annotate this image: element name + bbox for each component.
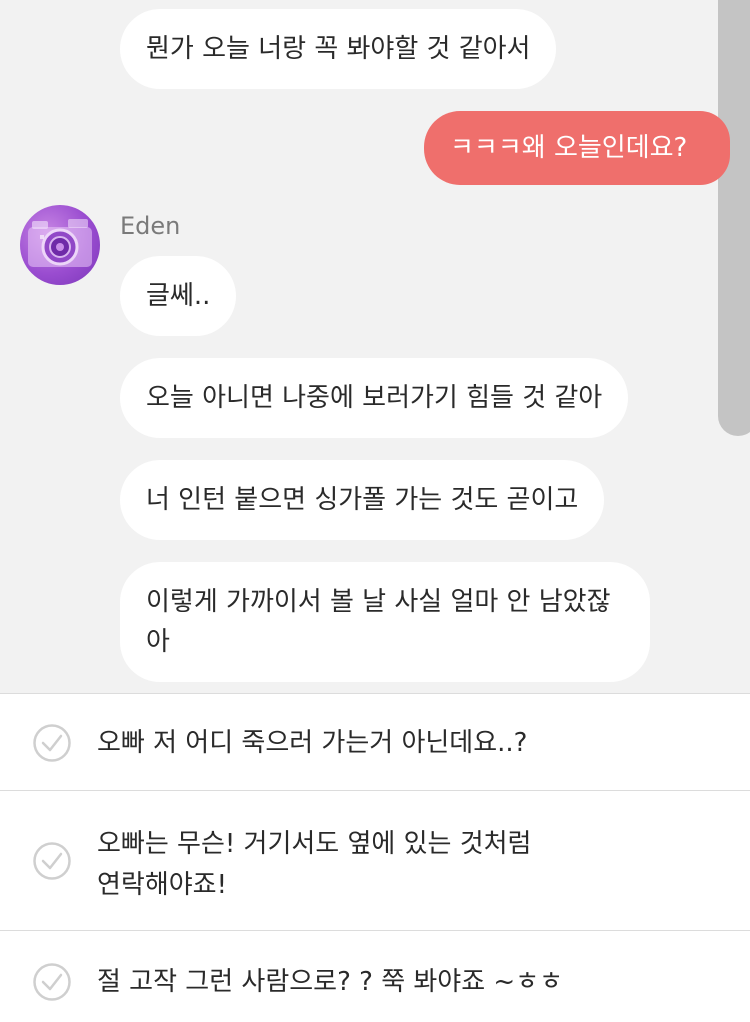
message-text: 글쎄.. — [146, 281, 211, 311]
reply-choice-2[interactable]: 오빠는 무슨! 거기서도 옆에 있는 것처럼 연락해야죠! — [0, 790, 750, 930]
message-text: ㅋㅋㅋ왜 오늘인데요? — [450, 133, 688, 163]
check-circle-icon — [33, 842, 71, 880]
message-bubble-other: 너 인턴 붙으면 싱가폴 가는 것도 곧이고 — [120, 460, 605, 540]
reply-choice-3[interactable]: 절 고작 그런 사람으로? ? 쭉 봐야죠 ~ㅎㅎ — [0, 930, 750, 1022]
reply-choice-1[interactable]: 오빠 저 어디 죽으러 가는거 아닌데요..? — [0, 693, 750, 790]
reply-choice-text: 연락해야죠! — [97, 870, 228, 900]
message-text: 너 인턴 붙으면 싱가폴 가는 것도 곧이고 — [146, 485, 579, 515]
chat-area[interactable]: 뭔가 오늘 너랑 꼭 봐야할 것 같아서 ㅋㅋㅋ왜 오늘인데요? Eden 글쎄… — [0, 0, 750, 693]
check-circle-icon — [33, 963, 71, 1001]
message-text-line: 이렇게 가까이서 볼 날 사실 얼마 안 남았잖 — [146, 587, 611, 617]
message-text: 오늘 아니면 나중에 보러가기 힘들 것 같아 — [146, 383, 603, 413]
avatar[interactable] — [20, 205, 100, 285]
message-bubble-other: 오늘 아니면 나중에 보러가기 힘들 것 같아 — [120, 358, 629, 438]
message-text: 뭔가 오늘 너랑 꼭 봐야할 것 같아서 — [146, 34, 531, 64]
reply-choice-text: 절 고작 그런 사람으로? ? 쭉 봐야죠 ~ㅎㅎ — [97, 967, 564, 997]
reply-choice-text: 오빠는 무슨! 거기서도 옆에 있는 것처럼 — [97, 829, 532, 859]
reply-choice-text: 오빠 저 어디 죽으러 가는거 아닌데요..? — [97, 728, 528, 758]
reply-choices: 오빠 저 어디 죽으러 가는거 아닌데요..? 오빠는 무슨! 거기서도 옆에 … — [0, 693, 750, 1022]
message-bubble-other: 글쎄.. — [120, 256, 237, 336]
message-bubble-mine: ㅋㅋㅋ왜 오늘인데요? — [424, 111, 730, 185]
message-bubble-other: 뭔가 오늘 너랑 꼭 봐야할 것 같아서 — [120, 9, 557, 89]
message-bubble-other: 이렇게 가까이서 볼 날 사실 얼마 안 남았잖 아 — [120, 562, 650, 682]
camera-avatar-icon — [28, 219, 92, 267]
scrollbar[interactable] — [718, 0, 750, 436]
sender-name: Eden — [120, 212, 181, 240]
check-circle-icon — [33, 724, 71, 762]
message-text-line: 아 — [146, 627, 170, 657]
